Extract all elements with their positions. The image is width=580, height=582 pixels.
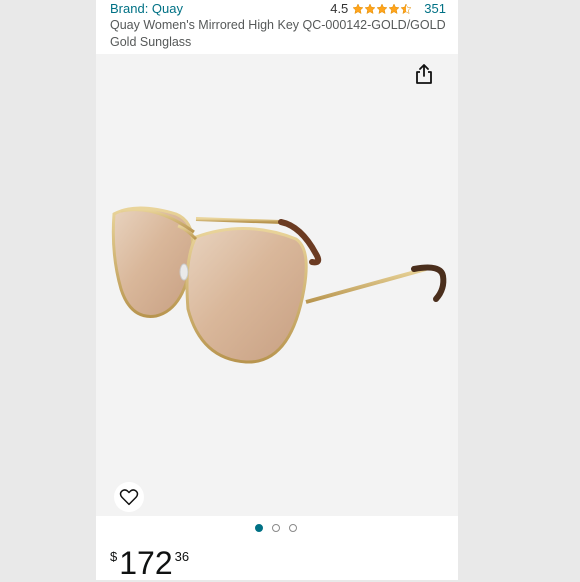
carousel-indicators <box>255 524 297 532</box>
price: $ 172 36 <box>110 544 189 582</box>
carousel-dot-1[interactable] <box>255 524 263 532</box>
rating-summary[interactable]: 4.5 351 <box>330 1 446 17</box>
temple-arm-back <box>195 217 282 224</box>
price-whole: 172 <box>119 545 173 581</box>
brand-link[interactable]: Brand: Quay <box>110 1 183 17</box>
heart-icon <box>119 489 139 506</box>
nose-pad <box>179 263 189 281</box>
temple-arm-front <box>305 267 427 304</box>
share-button[interactable] <box>411 61 437 87</box>
rating-value: 4.5 <box>330 1 349 16</box>
review-count[interactable]: 351 <box>424 1 446 17</box>
star-icon <box>364 3 376 15</box>
half-star-icon <box>400 3 412 15</box>
star-icon <box>388 3 400 15</box>
star-icon <box>352 3 364 15</box>
star-rating <box>352 3 412 15</box>
brand-rating-row: Brand: Quay 4.5 351 <box>110 1 450 17</box>
share-icon <box>416 64 432 84</box>
product-image-gallery[interactable] <box>96 54 458 516</box>
price-currency-symbol: $ <box>110 549 118 564</box>
star-icon <box>376 3 388 15</box>
wishlist-button[interactable] <box>114 482 144 512</box>
product-title: Quay Women's Mirrored High Key QC-000142… <box>110 18 446 49</box>
product-image[interactable] <box>96 54 458 516</box>
carousel-dot-3[interactable] <box>289 524 297 532</box>
right-lens <box>185 226 308 364</box>
price-fraction: 36 <box>174 549 190 564</box>
carousel-dot-2[interactable] <box>272 524 280 532</box>
